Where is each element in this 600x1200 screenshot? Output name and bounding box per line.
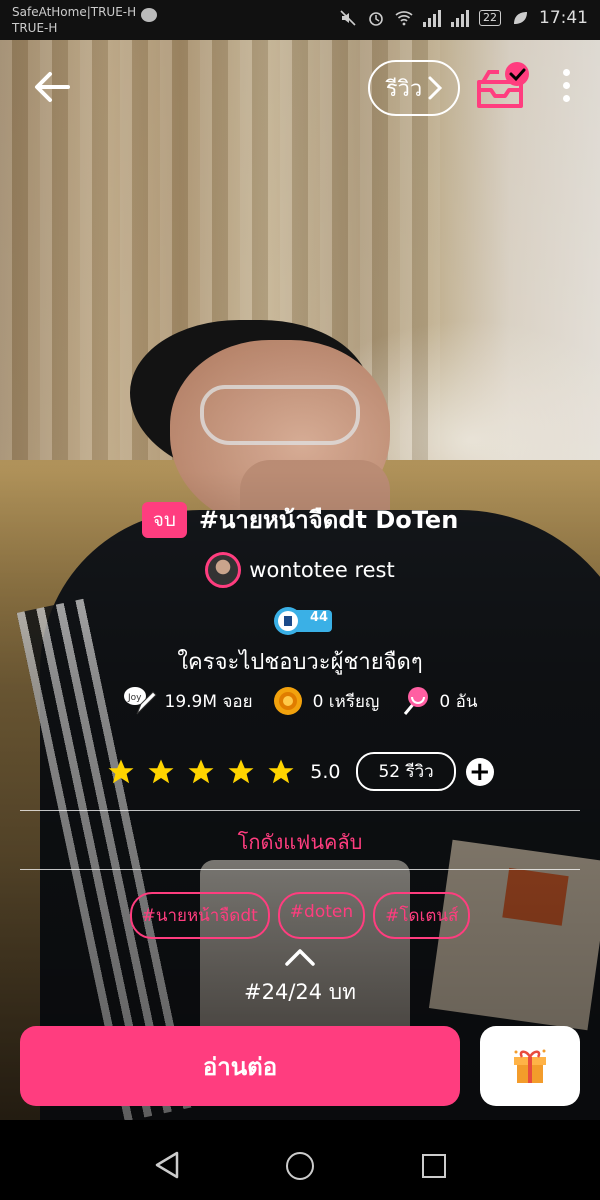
back-arrow-icon[interactable] [30, 65, 74, 109]
mute-icon [340, 10, 356, 26]
carrier-line-2: TRUE-H [12, 21, 58, 35]
carrier-text: SafeAtHome|TRUE-H TRUE-H [12, 4, 136, 36]
episode-count[interactable]: #24/24 บท [0, 976, 600, 1009]
status-badge: จบ [141, 501, 187, 538]
author-name[interactable]: wontotee rest [249, 558, 394, 582]
stats-row: Joy 19.9M จอย 0 เหรียญ 0 อัน [0, 684, 600, 718]
chevron-up-icon[interactable] [284, 946, 316, 968]
more-vertical-icon[interactable] [554, 66, 578, 110]
chevron-right-icon [428, 76, 443, 100]
coins-count: 0 เหรียญ [312, 691, 380, 712]
joy-pen-icon: Joy [123, 687, 157, 715]
tags-row: #นายหน้าจืดdt #doten #โดเตนส์ [0, 892, 600, 939]
writer-level: 44 [309, 610, 329, 625]
leaf-icon [514, 12, 527, 24]
status-icons: 22 17:41 [339, 8, 588, 28]
gift-button[interactable] [480, 1026, 580, 1106]
nav-home-icon[interactable] [286, 1152, 314, 1180]
alarm-icon [369, 12, 383, 26]
candy-icon [404, 687, 429, 715]
signal-icon-1 [423, 9, 441, 27]
star-icon [268, 759, 294, 783]
avatar[interactable] [205, 552, 242, 588]
candies-count: 0 อัน [439, 691, 478, 712]
review-count-button[interactable]: 52 รีวิว [356, 752, 456, 791]
divider-top [20, 810, 580, 811]
gift-icon [514, 1049, 546, 1083]
tag-chip[interactable]: #doten [277, 892, 366, 939]
story-title: #นายหน้าจืดdt DoTen [198, 506, 459, 534]
coin-icon [273, 687, 302, 715]
author-row[interactable]: wontotee rest [0, 552, 600, 588]
star-icon [148, 759, 174, 783]
rating-score: 5.0 [310, 760, 341, 783]
plus-icon[interactable]: + [465, 757, 494, 786]
rating-row: 5.0 52 รีวิว + [0, 752, 600, 791]
review-button[interactable]: รีวิว [368, 60, 460, 116]
review-button-label: รีวิว [385, 76, 423, 102]
signal-icon-2 [451, 9, 469, 27]
star-icon [188, 759, 214, 783]
svg-text:Joy: Joy [127, 693, 142, 703]
coins-stat: 0 เหรียญ [271, 684, 380, 718]
star-icon [108, 759, 134, 783]
tag-chip[interactable]: #โดเตนส์ [373, 892, 471, 939]
star-icon [228, 759, 254, 783]
candies-stat: 0 อัน [397, 684, 477, 718]
continue-reading-button[interactable]: อ่านต่อ [20, 1026, 460, 1106]
carrier-line-1: SafeAtHome|TRUE-H [12, 5, 137, 19]
fan-club-link[interactable]: โกดังแฟนคลับ [0, 826, 600, 858]
reads-stat: Joy 19.9M จอย [123, 684, 253, 718]
tag-chip[interactable]: #นายหน้าจืดdt [129, 892, 270, 939]
message-icon [141, 8, 157, 22]
wifi-icon [395, 11, 413, 26]
bookshelf-check-icon[interactable] [473, 60, 533, 112]
nav-recent-icon[interactable] [422, 1154, 446, 1178]
reads-count: 19.9M จอย [164, 691, 253, 712]
story-tagline: ใครจะไปชอบวะผู้ชายจืดๆ [177, 650, 423, 675]
title-row: จบ #นายหน้าจืดdt DoTen [0, 500, 600, 539]
clock: 17:41 [539, 8, 588, 28]
nav-back-icon[interactable] [154, 1150, 180, 1180]
divider-bottom [20, 869, 580, 870]
status-bar: SafeAtHome|TRUE-H TRUE-H 22 17:41 [0, 0, 600, 40]
battery-icon: 22 [479, 10, 501, 26]
